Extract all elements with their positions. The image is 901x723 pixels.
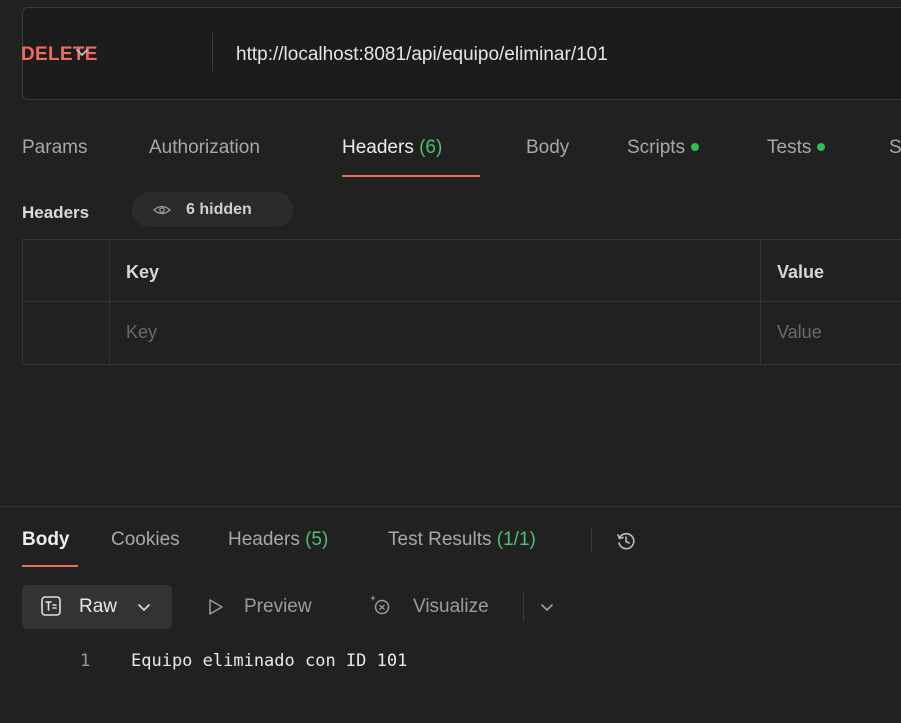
chevron-down-icon xyxy=(138,604,150,611)
response-tab-test-results-label: Test Results xyxy=(388,529,492,550)
response-tab-test-results-count: (1/1) xyxy=(496,529,536,550)
tab-divider xyxy=(591,527,592,553)
hidden-headers-label: 6 hidden xyxy=(186,201,252,218)
toolbar-divider xyxy=(523,593,524,621)
response-body-line[interactable]: Equipo eliminado con ID 101 xyxy=(131,651,407,671)
chevron-down-icon[interactable] xyxy=(540,600,554,614)
key-input[interactable]: Key xyxy=(126,322,157,343)
chevron-down-icon[interactable] xyxy=(74,44,90,60)
tab-tests-label: Tests xyxy=(767,137,812,158)
status-dot-icon xyxy=(817,142,826,151)
tab-scripts[interactable]: Scripts xyxy=(627,137,700,159)
response-tab-headers[interactable]: Headers (5) xyxy=(228,529,328,551)
tab-headers[interactable]: Headers (6) xyxy=(342,137,442,159)
text-format-icon xyxy=(41,596,61,616)
format-select-label: Raw xyxy=(79,596,118,617)
response-tab-test-results[interactable]: Test Results (1/1) xyxy=(388,529,536,551)
visualize-button[interactable]: Visualize xyxy=(413,596,489,618)
play-outline-icon xyxy=(209,599,223,615)
table-col-divider xyxy=(760,239,761,365)
history-icon[interactable] xyxy=(615,530,637,552)
tab-scripts-label: Scripts xyxy=(627,137,686,158)
table-col-divider xyxy=(109,239,110,365)
response-divider[interactable] xyxy=(0,506,901,507)
active-tab-underline xyxy=(342,175,480,177)
url-divider xyxy=(212,33,213,71)
table-row-divider xyxy=(22,301,901,302)
headers-section-title: Headers xyxy=(22,203,90,222)
status-dot-icon xyxy=(691,142,700,151)
response-tab-cookies[interactable]: Cookies xyxy=(111,529,180,551)
table-border-top xyxy=(22,239,901,240)
table-border-left xyxy=(22,239,23,365)
tab-settings-truncated[interactable]: S xyxy=(889,137,901,159)
visualize-sparkle-icon xyxy=(370,595,390,615)
tab-params[interactable]: Params xyxy=(22,137,87,159)
value-input[interactable]: Value xyxy=(777,322,822,343)
line-number: 1 xyxy=(80,651,91,671)
response-tab-body[interactable]: Body xyxy=(22,529,70,551)
headers-table xyxy=(22,239,901,365)
url-input[interactable]: http://localhost:8081/api/equipo/elimina… xyxy=(236,44,608,66)
tab-body[interactable]: Body xyxy=(526,137,569,159)
tab-authorization[interactable]: Authorization xyxy=(149,137,260,159)
response-tab-headers-count: (5) xyxy=(305,529,329,550)
preview-button[interactable]: Preview xyxy=(244,596,312,618)
tab-headers-count: (6) xyxy=(419,137,443,158)
tab-headers-label: Headers xyxy=(342,137,414,158)
eye-icon xyxy=(153,205,171,215)
table-border-bottom xyxy=(22,364,901,365)
response-tab-headers-label: Headers xyxy=(228,529,300,550)
column-header-key: Key xyxy=(126,262,160,282)
active-response-tab-underline xyxy=(22,565,78,567)
column-header-value: Value xyxy=(777,262,825,282)
tab-tests[interactable]: Tests xyxy=(767,137,826,159)
